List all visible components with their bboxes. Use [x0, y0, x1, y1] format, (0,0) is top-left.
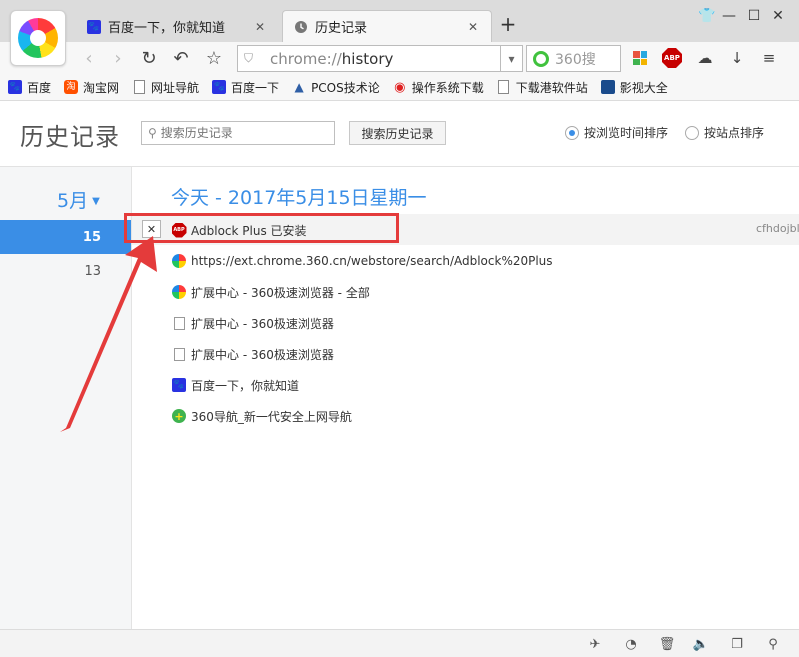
browser-logo[interactable] — [10, 10, 66, 66]
undo-close-button[interactable]: ↶ — [169, 46, 193, 70]
apps-grid-icon[interactable] — [628, 46, 652, 70]
sort-by-site-radio[interactable]: 按站点排序 — [685, 124, 764, 141]
search-history-button[interactable]: 搜索历史记录 — [349, 121, 446, 145]
month-selector[interactable]: 5月 ▼ — [57, 186, 100, 213]
reload-button[interactable]: ↻ — [137, 46, 161, 70]
history-entry[interactable]: 🐾 百度一下，你就知道 — [171, 376, 299, 394]
tab-history[interactable]: 历史记录 ✕ — [282, 10, 492, 42]
taobao-icon: 淘 — [63, 79, 79, 95]
window-icon[interactable]: ❐ — [728, 635, 746, 653]
radio-selected-icon — [565, 125, 579, 140]
tab-close-icon[interactable]: ✕ — [465, 19, 481, 35]
page-icon — [171, 346, 187, 362]
sidebar-day-15[interactable]: 15 — [0, 220, 131, 254]
tab-title: 历史记录 — [315, 21, 368, 36]
tab-close-icon[interactable]: ✕ — [252, 19, 268, 35]
shield-icon: ⛉ — [244, 51, 254, 65]
page-icon — [131, 79, 147, 95]
page-title: 历史记录 — [20, 123, 120, 151]
radio-unselected-icon — [685, 125, 699, 140]
bookmark-item[interactable]: ▲ PCOS技术论 — [291, 79, 379, 96]
address-bar[interactable]: ⛉ chrome://history — [237, 45, 501, 72]
search-engine-text: 360搜 — [555, 51, 596, 68]
bookmarks-bar: 🐾 百度 淘淘宝网 网址导航 🐾 百度一下 ▲ PCOS技术论 ◉ 操作系统下载 下载港… — [0, 74, 799, 101]
360-browser-icon — [171, 284, 187, 300]
bookmark-item[interactable]: ◉ 操作系统下载 — [392, 79, 484, 96]
forward-button[interactable]: › — [106, 46, 130, 70]
baidu-paw-icon: 🐾 — [212, 80, 227, 94]
360-search-icon — [533, 50, 549, 67]
new-tab-button[interactable]: + — [499, 14, 517, 34]
film-icon — [600, 79, 616, 95]
tab-title: 百度一下，你就知道 — [108, 21, 226, 36]
page-icon — [496, 79, 512, 95]
bookmark-item[interactable]: 网址导航 — [131, 79, 199, 96]
caret-down-icon: ▼ — [92, 196, 100, 207]
skin-icon[interactable]: 👕 — [696, 8, 718, 28]
bookmark-item[interactable]: 🐾 百度 — [7, 79, 51, 96]
volume-icon[interactable]: 🔈 — [692, 635, 710, 653]
history-clock-icon — [293, 19, 309, 35]
address-dropdown-icon[interactable]: ▾ — [501, 45, 523, 72]
cloud-icon[interactable]: ☁ — [693, 46, 717, 70]
tab-baidu[interactable]: 🐾 百度一下，你就知道 ✕ — [76, 11, 278, 42]
search-icon: ⚲ — [148, 126, 157, 140]
bookmark-item[interactable]: 影视大全 — [600, 79, 668, 96]
360-nav-icon: + — [171, 408, 187, 424]
history-search-input[interactable] — [160, 126, 321, 140]
pcos-icon: ▲ — [294, 80, 304, 94]
date-sidebar: 5月 ▼ 15 13 — [0, 167, 132, 629]
360-browser-icon — [171, 253, 187, 269]
baidu-paw-icon: 🐾 — [87, 19, 101, 34]
zoom-icon[interactable]: ⚲ — [764, 635, 782, 653]
bookmark-item[interactable]: 下载港软件站 — [496, 79, 588, 96]
address-text: chrome://history — [270, 49, 394, 68]
status-bar: ✈ ◔ 🗑 🔈 ❐ ⚲ — [0, 629, 799, 657]
history-search-field[interactable]: ⚲ — [141, 121, 335, 145]
toolbar: ‹ › ↻ ↶ ☆ ⛉ chrome://history ▾ 360搜 ABP … — [0, 42, 799, 74]
menu-icon[interactable]: ≡ — [757, 46, 781, 70]
rocket-icon[interactable]: ✈ — [586, 635, 604, 653]
page-icon — [171, 315, 187, 331]
adblock-extension-icon[interactable]: ABP — [660, 46, 684, 70]
history-entry[interactable]: https://ext.chrome.360.cn/webstore/searc… — [171, 252, 553, 270]
close-window-button[interactable]: ✕ — [767, 8, 789, 28]
trash-icon[interactable]: 🗑 — [658, 635, 676, 653]
entry-extra-text: cfhdojbl — [756, 222, 799, 235]
history-entry[interactable]: 扩展中心 - 360极速浏览器 — [171, 345, 334, 363]
speed-icon[interactable]: ◔ — [622, 635, 640, 653]
annotation-highlight-box — [124, 213, 399, 243]
minimize-button[interactable]: — — [718, 8, 740, 28]
history-entry[interactable]: 扩展中心 - 360极速浏览器 — [171, 314, 334, 332]
bookmark-item[interactable]: 🐾 百度一下 — [211, 79, 279, 96]
download-icon[interactable]: ↓ — [725, 46, 749, 70]
search-engine-box[interactable]: 360搜 — [526, 45, 621, 72]
baidu-paw-icon: 🐾 — [8, 80, 22, 94]
maximize-button[interactable]: ☐ — [743, 8, 765, 28]
bookmark-item[interactable]: 淘淘宝网 — [63, 79, 119, 96]
sidebar-day-13[interactable]: 13 — [0, 254, 131, 288]
date-heading: 今天 - 2017年5月15日星期一 — [171, 187, 427, 209]
360-logo-icon — [18, 18, 58, 58]
history-entry[interactable]: 扩展中心 - 360极速浏览器 - 全部 — [171, 283, 370, 301]
history-entry[interactable]: + 360导航_新一代安全上网导航 — [171, 407, 352, 425]
baidu-paw-icon: 🐾 — [172, 378, 186, 392]
back-button[interactable]: ‹ — [77, 46, 101, 70]
sort-by-time-radio[interactable]: 按浏览时间排序 — [565, 124, 668, 141]
bookmark-star-icon[interactable]: ☆ — [202, 46, 226, 70]
history-header: 历史记录 ⚲ 搜索历史记录 按浏览时间排序 按站点排序 — [0, 101, 799, 167]
swirl-icon: ◉ — [394, 79, 406, 95]
